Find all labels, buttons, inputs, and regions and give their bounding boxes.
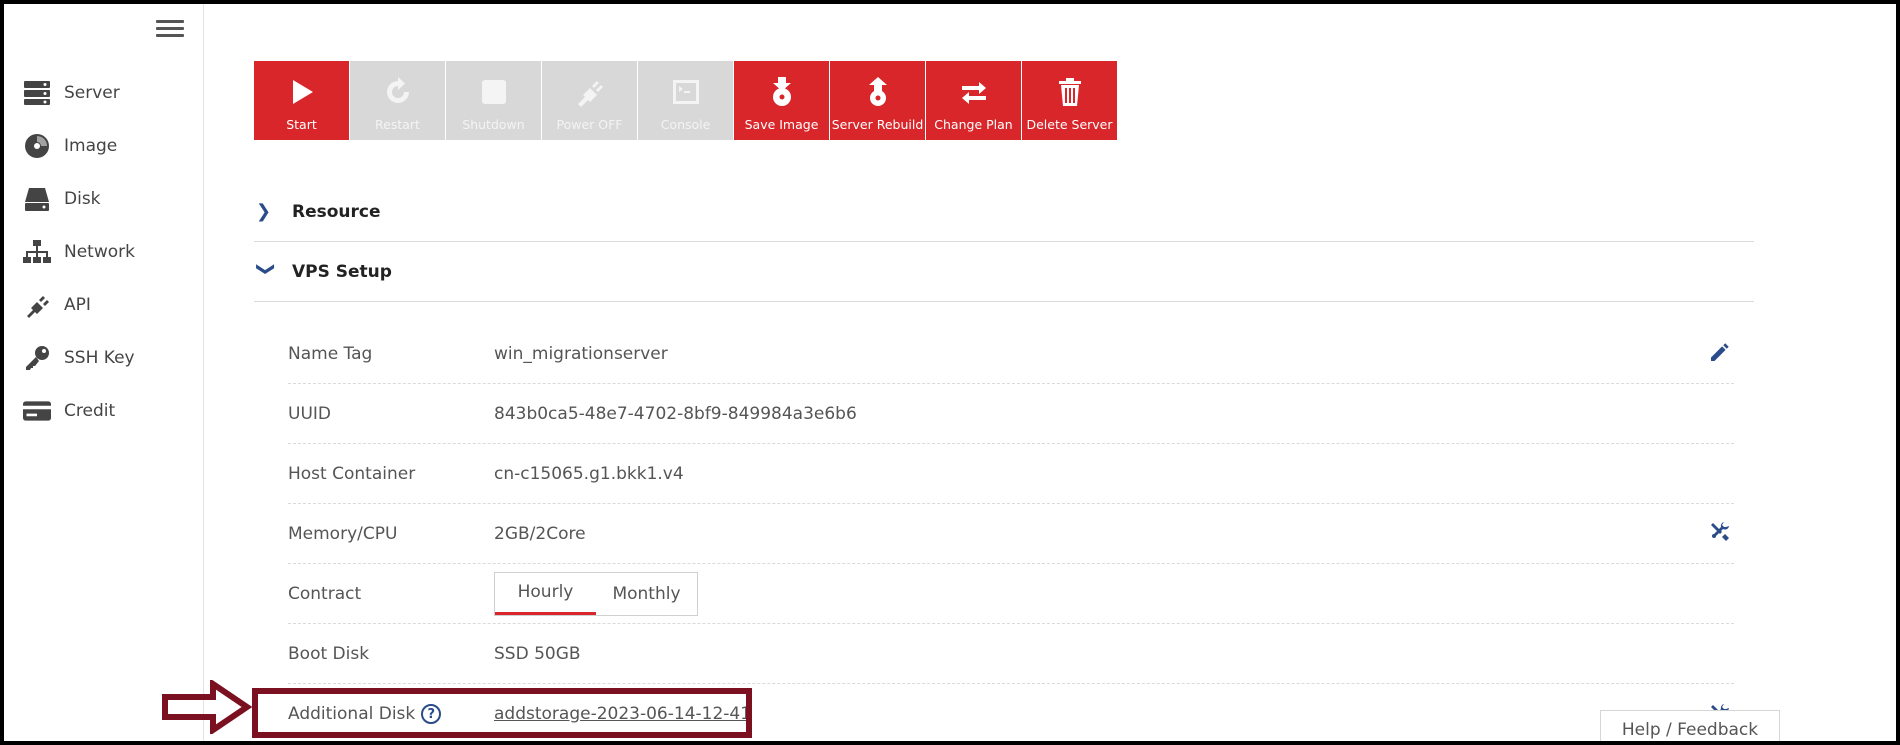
- save-image-button-label: Save Image: [744, 117, 819, 132]
- memory-cpu-row: Memory/CPU 2GB/2Core: [288, 504, 1734, 564]
- server-action-toolbar: Start Restart Shutdown Power OFF Console…: [254, 61, 1117, 140]
- stop-icon: [479, 75, 509, 109]
- save-image-icon: [767, 75, 797, 109]
- power-off-button[interactable]: Power OFF: [542, 61, 637, 140]
- uuid-label: UUID: [288, 403, 331, 424]
- power-off-button-label: Power OFF: [556, 117, 623, 132]
- sidebar-item-image[interactable]: Image: [4, 119, 204, 172]
- host-container-row: Host Container cn-c15065.g1.bkk1.v4: [288, 444, 1734, 504]
- contract-label: Contract: [288, 583, 362, 604]
- save-image-button[interactable]: Save Image: [734, 61, 829, 140]
- memory-cpu-label: Memory/CPU: [288, 523, 398, 544]
- server-rebuild-button[interactable]: Server Rebuild: [830, 61, 925, 140]
- boot-disk-row: Boot Disk SSD 50GB: [288, 624, 1734, 684]
- name-tag-row: Name Tag win_migrationserver: [288, 324, 1734, 384]
- boot-disk-label: Boot Disk: [288, 643, 370, 664]
- sidebar: Server Image Disk Network API SSH Key Cr…: [4, 4, 204, 741]
- play-icon: [287, 75, 317, 109]
- sidebar-item-credit[interactable]: Credit: [4, 384, 204, 437]
- annotation-arrow-icon: [162, 680, 253, 734]
- contract-monthly-option[interactable]: Monthly: [596, 573, 697, 615]
- restart-button[interactable]: Restart: [350, 61, 445, 140]
- sidebar-item-label: SSH Key: [64, 347, 135, 368]
- console-button-label: Console: [660, 117, 711, 132]
- host-container-label: Host Container: [288, 463, 416, 484]
- sidebar-nav: Server Image Disk Network API SSH Key Cr…: [4, 66, 204, 437]
- console-button[interactable]: Console: [638, 61, 733, 140]
- delete-server-button[interactable]: Delete Server: [1022, 61, 1117, 140]
- api-plug-icon: [22, 292, 52, 318]
- vps-setup-details: Name Tag win_migrationserver UUID 843b0c…: [288, 324, 1734, 741]
- change-plan-button[interactable]: Change Plan: [926, 61, 1021, 140]
- network-icon: [22, 239, 52, 265]
- tools-wrench-icon[interactable]: [1708, 520, 1734, 546]
- memory-cpu-value: 2GB/2Core: [494, 523, 586, 544]
- start-button-label: Start: [286, 117, 317, 132]
- delete-server-button-label: Delete Server: [1026, 117, 1113, 132]
- start-button[interactable]: Start: [254, 61, 349, 140]
- sidebar-item-network[interactable]: Network: [4, 225, 204, 278]
- name-tag-value: win_migrationserver: [494, 343, 668, 364]
- key-icon: [22, 345, 52, 371]
- sidebar-item-label: Server: [64, 82, 120, 103]
- edit-pencil-icon[interactable]: [1708, 340, 1734, 366]
- hamburger-menu-icon[interactable]: [156, 20, 184, 42]
- disk-icon: [22, 186, 52, 212]
- contract-toggle: Hourly Monthly: [494, 571, 698, 616]
- rebuild-icon: [863, 75, 893, 109]
- sidebar-item-server[interactable]: Server: [4, 66, 204, 119]
- host-container-value: cn-c15065.g1.bkk1.v4: [494, 463, 684, 484]
- server-icon: [22, 80, 52, 106]
- help-feedback-button[interactable]: Help / Feedback: [1600, 710, 1780, 741]
- sidebar-item-label: Network: [64, 241, 135, 262]
- image-disc-icon: [22, 133, 52, 159]
- vps-setup-section-header[interactable]: ❯ VPS Setup: [254, 242, 1754, 302]
- sidebar-item-label: Image: [64, 135, 118, 156]
- boot-disk-value: SSD 50GB: [494, 643, 581, 664]
- console-icon: [671, 75, 701, 109]
- chevron-right-icon: ❯: [256, 201, 272, 222]
- contract-hourly-option[interactable]: Hourly: [495, 573, 596, 615]
- vps-setup-section-title: VPS Setup: [292, 261, 392, 282]
- swap-arrows-icon: [959, 75, 989, 109]
- change-plan-button-label: Change Plan: [934, 117, 1013, 132]
- server-rebuild-button-label: Server Rebuild: [831, 117, 924, 132]
- sidebar-item-label: API: [64, 294, 91, 315]
- shutdown-button[interactable]: Shutdown: [446, 61, 541, 140]
- credit-card-icon: [22, 398, 52, 424]
- restart-icon: [383, 75, 413, 109]
- power-plug-icon: [575, 75, 605, 109]
- app-window: Server Image Disk Network API SSH Key Cr…: [4, 4, 1896, 741]
- annotation-highlight-box: [252, 688, 752, 738]
- uuid-value: 843b0ca5-48e7-4702-8bf9-849984a3e6b6: [494, 403, 857, 424]
- sidebar-item-ssh-key[interactable]: SSH Key: [4, 331, 204, 384]
- trash-icon: [1055, 75, 1085, 109]
- resource-section-title: Resource: [292, 201, 381, 222]
- chevron-down-icon: ❯: [255, 261, 277, 277]
- sidebar-item-disk[interactable]: Disk: [4, 172, 204, 225]
- sidebar-item-label: Disk: [64, 188, 101, 209]
- contract-row: Contract Hourly Monthly: [288, 564, 1734, 624]
- sidebar-item-label: Credit: [64, 400, 116, 421]
- name-tag-label: Name Tag: [288, 343, 373, 364]
- main-content: Start Restart Shutdown Power OFF Console…: [204, 4, 1896, 741]
- sidebar-item-api[interactable]: API: [4, 278, 204, 331]
- shutdown-button-label: Shutdown: [462, 117, 525, 132]
- restart-button-label: Restart: [375, 117, 420, 132]
- uuid-row: UUID 843b0ca5-48e7-4702-8bf9-849984a3e6b…: [288, 384, 1734, 444]
- resource-section-header[interactable]: ❯ Resource: [254, 182, 1754, 242]
